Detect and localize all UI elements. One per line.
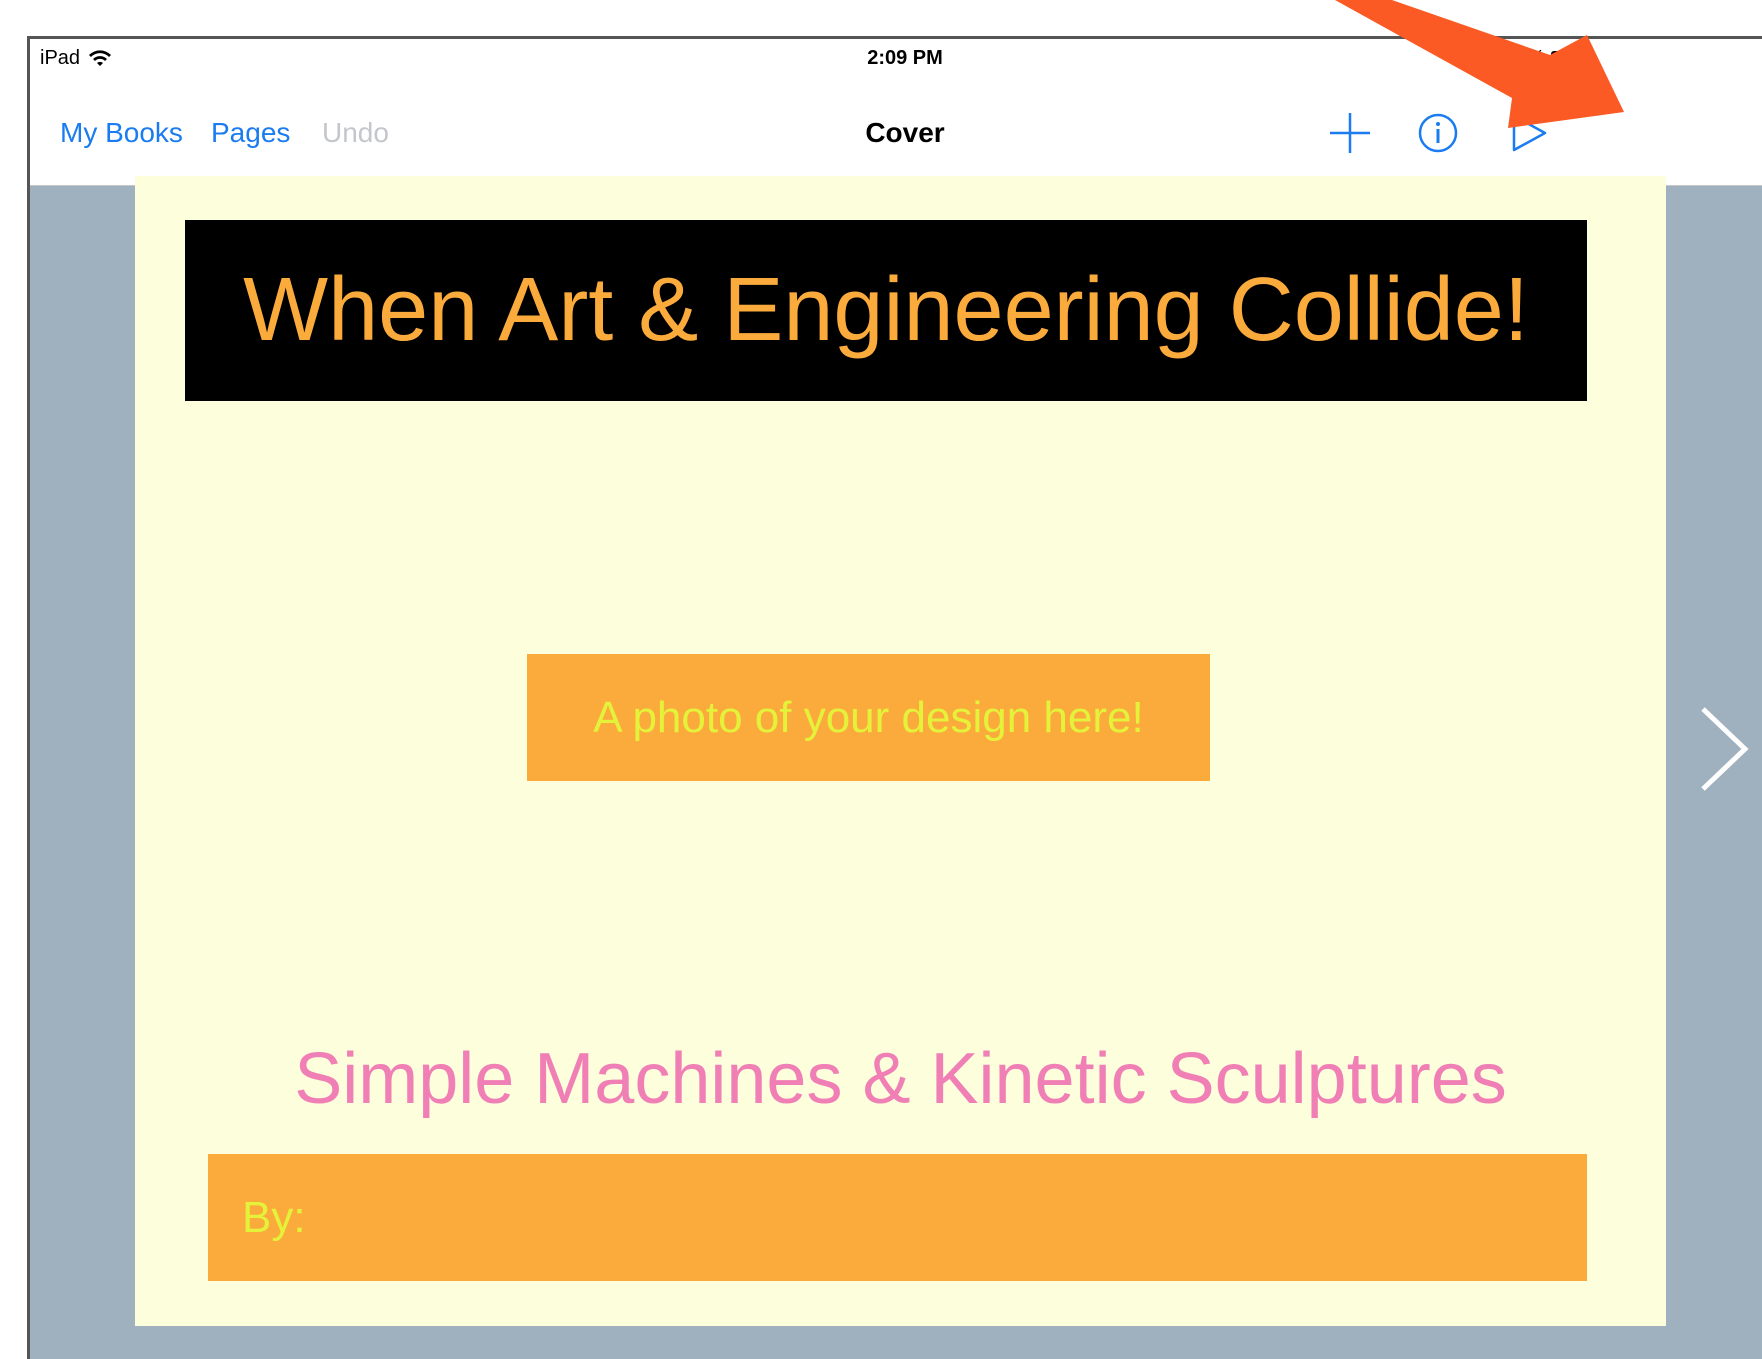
- book-cover-page: When Art & Engineering Collide! A photo …: [135, 176, 1666, 1326]
- book-title: When Art & Engineering Collide!: [243, 260, 1529, 360]
- next-page-chevron-icon[interactable]: [1695, 699, 1755, 799]
- status-right: 55%: [1487, 47, 1590, 70]
- battery-fill: [1554, 53, 1570, 64]
- photo-placeholder-text: A photo of your design here!: [593, 692, 1144, 742]
- bluetooth-icon: [1488, 48, 1499, 69]
- battery-icon: [1551, 50, 1585, 67]
- ipad-screen: iPad 2:09 PM 55% My Books Pages Undo Cov…: [27, 36, 1762, 1359]
- by-label: By:: [242, 1192, 306, 1242]
- navigation-bar: My Books Pages Undo Cover: [30, 79, 1762, 186]
- add-icon[interactable]: [1320, 103, 1380, 163]
- status-bar: iPad 2:09 PM 55%: [30, 39, 1762, 79]
- info-icon[interactable]: [1408, 103, 1468, 163]
- battery-percent: 55%: [1504, 47, 1545, 69]
- battery-tip: [1587, 54, 1590, 63]
- photo-placeholder[interactable]: A photo of your design here!: [527, 654, 1210, 781]
- title-textbox[interactable]: When Art & Engineering Collide!: [185, 220, 1587, 401]
- book-subtitle[interactable]: Simple Machines & Kinetic Sculptures: [135, 1038, 1666, 1120]
- play-icon[interactable]: [1499, 103, 1559, 163]
- author-textbox[interactable]: By:: [208, 1154, 1587, 1281]
